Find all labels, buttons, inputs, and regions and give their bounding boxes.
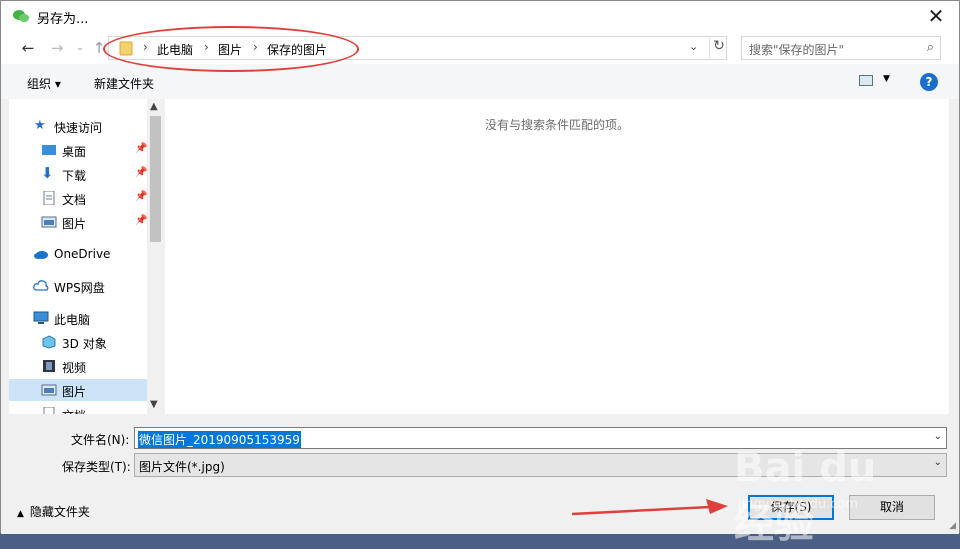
- search-icon: ⌕: [926, 40, 934, 55]
- cloud-outline-icon: [33, 280, 49, 291]
- pin-icon: 📌: [135, 215, 148, 226]
- address-dropdown-icon[interactable]: ⌄: [689, 40, 698, 53]
- forward-button[interactable]: →: [47, 38, 67, 58]
- hide-folders-toggle[interactable]: ▲ 隐藏文件夹: [17, 503, 90, 520]
- annotation-arrow: [571, 499, 728, 516]
- sidebar-item-onedrive[interactable]: OneDrive: [9, 243, 147, 265]
- view-dropdown-icon[interactable]: ▼: [883, 74, 890, 84]
- video-icon: [43, 360, 55, 372]
- sidebar-item-label: 下载: [62, 169, 87, 183]
- sidebar-item-documents-2[interactable]: 文档: [9, 403, 147, 414]
- caret-up-icon: ▲: [17, 509, 24, 519]
- computer-icon: [33, 311, 49, 324]
- watermark-url: jingyan.baidu.com: [738, 497, 858, 512]
- document-icon: [43, 407, 55, 414]
- filename-value: 微信图片_20190905153959: [138, 431, 301, 448]
- navigation-pane: ★ 快速访问 桌面 📌 ⬇ 下载 📌 文档 📌 图片 📌 OneDrive WP…: [9, 99, 164, 414]
- document-icon: [43, 191, 55, 205]
- arrow-right-icon: →: [50, 39, 64, 57]
- back-button[interactable]: ←: [18, 38, 38, 58]
- sidebar-item-pictures[interactable]: 图片 📌: [9, 211, 147, 233]
- close-icon: ✕: [927, 4, 945, 28]
- download-icon: ⬇: [41, 164, 54, 182]
- file-list-pane[interactable]: 没有与搜索条件匹配的项。: [165, 99, 949, 414]
- view-mode-icon[interactable]: [859, 75, 873, 86]
- help-icon[interactable]: ?: [920, 73, 938, 91]
- arrow-left-icon: ←: [21, 39, 35, 57]
- desktop-icon: [42, 145, 56, 155]
- refresh-icon[interactable]: ↻: [709, 38, 728, 58]
- empty-message: 没有与搜索条件匹配的项。: [484, 118, 629, 132]
- chevron-down-icon[interactable]: ⌄: [934, 431, 942, 442]
- chevron-down-icon: ⌄: [76, 43, 84, 53]
- sidebar-scrollbar[interactable]: ▲ ▼: [147, 99, 164, 414]
- sidebar-item-this-pc[interactable]: 此电脑: [9, 307, 147, 329]
- filename-label: 文件名(N):: [71, 433, 130, 447]
- chevron-down-icon: ⌄: [933, 457, 942, 468]
- hide-folders-label: 隐藏文件夹: [29, 505, 90, 519]
- sidebar-item-desktop[interactable]: 桌面 📌: [9, 139, 147, 161]
- organize-menu[interactable]: 组织 ▾: [27, 75, 61, 92]
- recent-locations-button[interactable]: ⌄: [70, 38, 90, 58]
- sidebar-item-label: WPS网盘: [54, 281, 105, 295]
- title-bar: 另存为... ✕: [1, 1, 959, 32]
- sidebar-item-videos[interactable]: 视频: [9, 355, 147, 377]
- scroll-down-icon[interactable]: ▼: [150, 399, 158, 410]
- sidebar-item-wps-cloud[interactable]: WPS网盘: [9, 275, 147, 297]
- pin-icon: 📌: [135, 191, 148, 202]
- sidebar-item-downloads[interactable]: ⬇ 下载 📌: [9, 163, 147, 185]
- window-title: 另存为...: [37, 12, 89, 27]
- star-icon: ★: [34, 118, 46, 133]
- cloud-icon: [34, 251, 48, 259]
- sidebar-item-quick-access[interactable]: ★ 快速访问: [9, 115, 147, 137]
- sidebar-item-label: 图片: [62, 385, 87, 399]
- sidebar-item-label: 桌面: [62, 145, 87, 159]
- pictures-icon: [41, 384, 57, 396]
- scroll-up-icon[interactable]: ▲: [150, 101, 158, 112]
- sidebar-item-label: 此电脑: [54, 313, 91, 327]
- sidebar-item-label: 视频: [62, 361, 87, 375]
- pin-icon: 📌: [135, 167, 148, 178]
- search-box[interactable]: 搜索"保存的图片" ⌕: [741, 36, 941, 60]
- pictures-icon: [41, 216, 57, 228]
- sidebar-item-label: 文档: [62, 407, 86, 414]
- command-toolbar: 组织 ▾ 新建文件夹 ▼ ?: [1, 64, 959, 99]
- wechat-icon: [13, 10, 29, 22]
- baidu-watermark: Bai du 经验 jingyan.baidu.com: [728, 445, 928, 547]
- sidebar-item-label: 文档: [62, 193, 87, 207]
- sidebar-item-label: 3D 对象: [62, 337, 107, 351]
- sidebar-item-documents[interactable]: 文档 📌: [9, 187, 147, 209]
- annotation-ellipse: [103, 26, 359, 72]
- sidebar-item-label: 图片: [62, 217, 87, 231]
- cube-icon: [42, 335, 56, 349]
- close-button[interactable]: ✕: [913, 1, 959, 32]
- sidebar-item-label: OneDrive: [54, 247, 111, 261]
- sidebar-item-3d-objects[interactable]: 3D 对象: [9, 331, 147, 353]
- new-folder-button[interactable]: 新建文件夹: [94, 75, 154, 92]
- filetype-value: 图片文件(*.jpg): [139, 460, 225, 474]
- search-placeholder: 搜索"保存的图片": [749, 43, 845, 57]
- pin-icon: 📌: [135, 143, 148, 154]
- filetype-label: 保存类型(T):: [62, 460, 131, 474]
- sidebar-item-label: 快速访问: [54, 121, 103, 135]
- resize-grip-icon[interactable]: ◢: [949, 521, 956, 531]
- sidebar-item-pictures-selected[interactable]: 图片: [9, 379, 147, 401]
- scrollbar-thumb[interactable]: [150, 116, 161, 242]
